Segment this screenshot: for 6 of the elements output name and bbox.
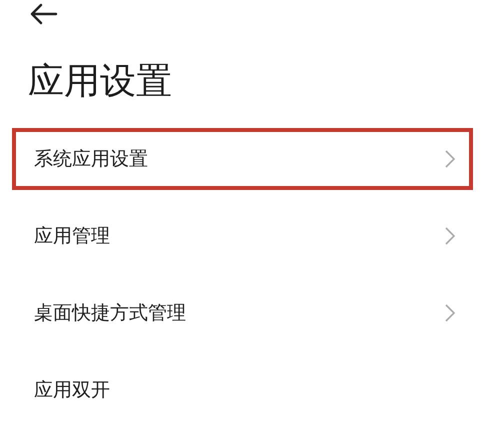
settings-item[interactable]: 桌面快捷方式管理 — [12, 282, 473, 344]
settings-item[interactable]: 系统应用设置 — [12, 128, 473, 190]
back-icon[interactable] — [28, 2, 58, 26]
page-title: 应用设置 — [28, 60, 173, 104]
settings-item[interactable]: 应用管理 — [12, 205, 473, 267]
settings-item[interactable]: 应用双开 — [12, 359, 473, 421]
